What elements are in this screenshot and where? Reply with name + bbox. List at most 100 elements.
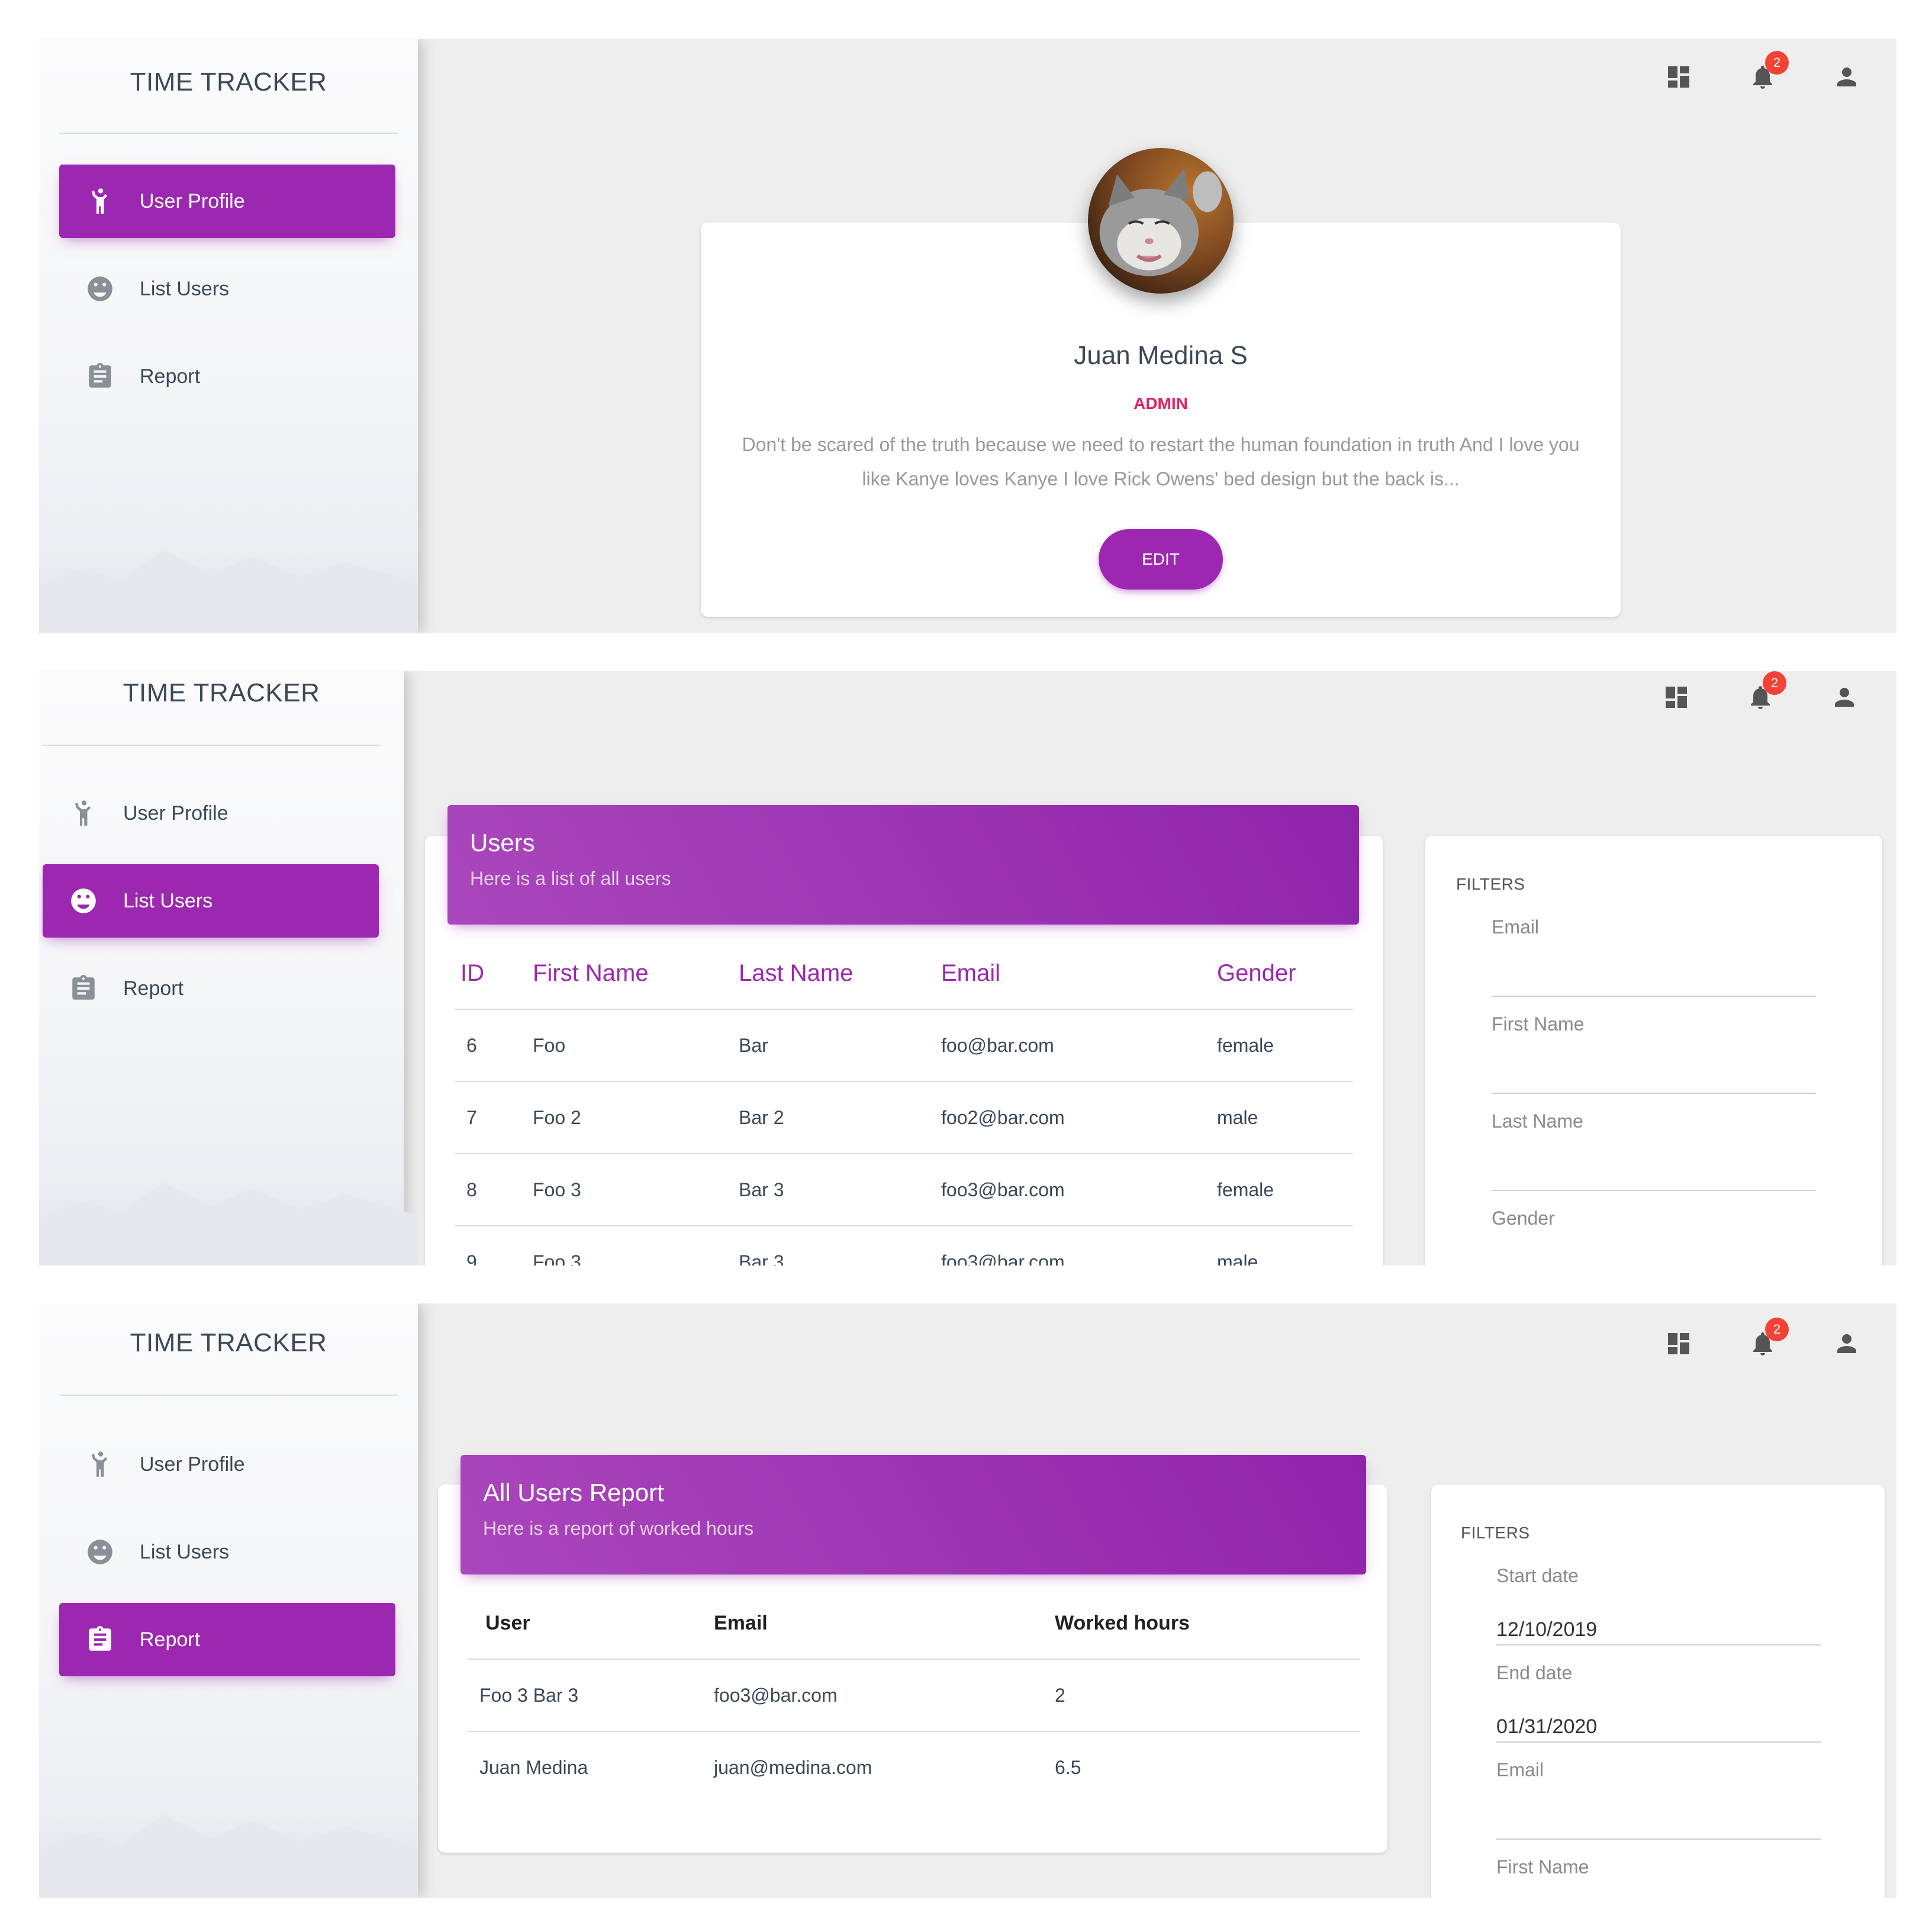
sidebar-item-user-profile[interactable]: User Profile <box>59 165 395 238</box>
person-icon[interactable] <box>1833 63 1861 91</box>
filters-title: FILTERS <box>1461 1524 1530 1542</box>
first-name-field[interactable]: First Name <box>1492 1013 1816 1110</box>
field-label: Gender <box>1492 1208 1555 1229</box>
table-row[interactable]: 9 Foo 3 Bar 3 foo3@bar.com male <box>455 1226 1353 1266</box>
column-header[interactable]: Email <box>941 938 1217 1010</box>
sidebar-item-list-users[interactable]: List Users <box>59 1515 395 1589</box>
field-underline <box>1496 1741 1821 1743</box>
card-subtitle: Here is a list of all users <box>470 868 671 889</box>
end-date-field[interactable]: End date 01/31/2020 <box>1496 1662 1821 1759</box>
notification-badge: 2 <box>1765 51 1789 75</box>
field-label: Email <box>1492 916 1540 938</box>
column-header[interactable]: Worked hours <box>1055 1588 1360 1660</box>
sidebar-divider <box>59 133 398 134</box>
person-icon[interactable] <box>1833 1329 1861 1358</box>
app-logo[interactable]: TIME TRACKER <box>39 1328 418 1358</box>
start-date-field[interactable]: Start date 12/10/2019 <box>1496 1565 1821 1662</box>
email-field[interactable]: Email <box>1496 1759 1821 1856</box>
column-header[interactable]: First Name <box>533 938 739 1010</box>
table-cell: Bar 3 <box>739 1226 941 1266</box>
table-cell: 6 <box>455 1009 533 1082</box>
table-cell: Foo 3 <box>533 1154 739 1226</box>
profile-description: Don't be scared of the truth because we … <box>742 434 1580 490</box>
sidebar-item-label: Report <box>123 977 184 1000</box>
table-row[interactable]: 6 Foo Bar foo@bar.com female <box>455 1009 1353 1082</box>
edit-button[interactable]: EDIT <box>1099 529 1223 590</box>
table-row[interactable]: 8 Foo 3 Bar 3 foo3@bar.com female <box>455 1154 1353 1226</box>
table-cell: foo3@bar.com <box>714 1659 1055 1732</box>
first-name-field[interactable]: First Name <box>1496 1856 1821 1898</box>
sidebar-item-report[interactable]: Report <box>59 1603 395 1676</box>
notifications-icon[interactable]: 2 <box>1749 1318 1789 1358</box>
sidebar-item-list-users[interactable]: List Users <box>43 864 379 938</box>
sidebar-item-label: List Users <box>123 889 213 912</box>
table-cell: Foo 2 <box>533 1081 739 1154</box>
top-navbar: 2 <box>1664 1318 1861 1358</box>
last-name-field[interactable]: Last Name <box>1492 1110 1816 1208</box>
field-underline <box>1492 1093 1816 1094</box>
sidebar-item-user-profile[interactable]: User Profile <box>43 777 379 850</box>
table-cell: Bar 2 <box>739 1081 941 1154</box>
notification-badge: 2 <box>1763 671 1786 695</box>
table-header-row: ID First Name Last Name Email Gender <box>455 938 1353 1010</box>
notification-badge: 2 <box>1765 1318 1789 1341</box>
table-cell: Juan Medina <box>479 1756 588 1778</box>
sidebar-item-label: Report <box>140 365 201 388</box>
face-icon <box>69 886 98 916</box>
table-row[interactable]: Foo 3 Bar 3 foo3@bar.com 2 <box>468 1659 1360 1732</box>
dashboard-icon[interactable] <box>1664 63 1693 91</box>
card-title: All Users Report <box>483 1479 664 1506</box>
table-row[interactable]: Juan Medina juan@medina.com 6.5 <box>468 1731 1360 1803</box>
sidebar-item-report[interactable]: Report <box>59 340 395 413</box>
sidebar-item-report[interactable]: Report <box>43 952 379 1025</box>
sidebar-item-label: List Users <box>140 1540 230 1563</box>
list-users-screen: TIME TRACKER User Profile List Users Rep… <box>39 671 1896 1266</box>
dashboard-icon[interactable] <box>1664 1329 1693 1358</box>
column-header[interactable]: Gender <box>1217 938 1353 1010</box>
sidebar-item-label: User Profile <box>140 189 245 212</box>
column-header[interactable]: ID <box>455 938 533 1010</box>
table-cell: foo3@bar.com <box>941 1226 1217 1266</box>
table-cell: female <box>1217 1154 1353 1226</box>
table-cell: 2 <box>1055 1659 1360 1732</box>
filters-card: FILTERS Start date 12/10/2019 End date 0… <box>1431 1485 1885 1898</box>
gender-field[interactable]: Gender <box>1492 1208 1816 1266</box>
field-value: 12/10/2019 <box>1496 1618 1598 1641</box>
sidebar-item-user-profile[interactable]: User Profile <box>59 1428 395 1501</box>
table-cell: juan@medina.com <box>714 1756 872 1778</box>
filters-title: FILTERS <box>1456 875 1525 893</box>
field-underline <box>1496 1838 1821 1840</box>
avatar <box>1088 148 1234 294</box>
notifications-icon[interactable]: 2 <box>1746 671 1786 711</box>
app-logo[interactable]: TIME TRACKER <box>39 67 418 97</box>
table-cell: 7 <box>455 1081 533 1154</box>
report-screen: TIME TRACKER User Profile List Users Rep… <box>39 1303 1896 1898</box>
field-label: Start date <box>1496 1565 1579 1586</box>
column-header[interactable]: User <box>468 1588 714 1660</box>
sidebar: TIME TRACKER User Profile List Users Rep… <box>39 1303 418 1898</box>
column-header[interactable]: Email <box>714 1588 1055 1660</box>
users-card-header: Users Here is a list of all users <box>447 805 1359 925</box>
person-waving-icon <box>69 798 98 828</box>
card-title: Users <box>470 829 535 856</box>
report-table: User Email Worked hours Foo 3 Bar 3 foo3… <box>468 1588 1360 1803</box>
sidebar-divider <box>43 745 381 746</box>
app-logo[interactable]: TIME TRACKER <box>39 678 404 708</box>
table-cell: foo3@bar.com <box>941 1154 1217 1226</box>
sidebar-item-list-users[interactable]: List Users <box>59 252 395 326</box>
person-icon[interactable] <box>1830 683 1859 711</box>
table-cell: 8 <box>455 1154 533 1226</box>
table-cell: Foo 3 <box>533 1226 739 1266</box>
table-cell: male <box>1217 1226 1353 1266</box>
email-field[interactable]: Email <box>1492 916 1816 1013</box>
sidebar-item-label: List Users <box>140 277 230 300</box>
dashboard-icon[interactable] <box>1662 683 1690 711</box>
table-row[interactable]: 7 Foo 2 Bar 2 foo2@bar.com male <box>455 1081 1353 1154</box>
clipboard-icon <box>85 362 115 391</box>
face-icon <box>85 274 115 304</box>
top-navbar: 2 <box>1662 671 1859 711</box>
column-header[interactable]: Last Name <box>739 938 941 1010</box>
table-cell: foo2@bar.com <box>941 1081 1217 1154</box>
notifications-icon[interactable]: 2 <box>1749 51 1789 91</box>
field-label: Email <box>1496 1759 1544 1780</box>
